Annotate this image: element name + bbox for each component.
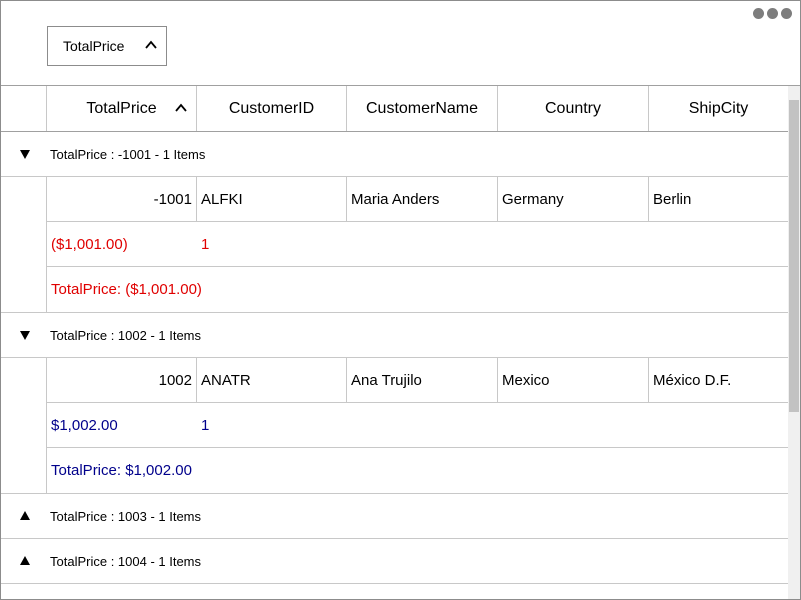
cell-customername[interactable]: Maria Anders — [347, 177, 498, 221]
column-header-label: CustomerName — [365, 99, 479, 117]
cell-customerid[interactable]: ANATR — [197, 358, 347, 402]
summary-total: TotalPrice: $1,002.00 — [51, 462, 192, 479]
grid-body: TotalPrice : -1001 - 1 Items -1001 ALFKI… — [1, 132, 788, 584]
triangle-up-icon[interactable] — [19, 555, 31, 567]
column-header-customerid[interactable]: CustomerID — [197, 86, 347, 131]
group-caption-text: TotalPrice : 1003 - 1 Items — [50, 509, 202, 524]
group-drop-area: TotalPrice — [1, 1, 800, 86]
cell-country[interactable]: Mexico — [498, 358, 649, 402]
cell-country[interactable]: Germany — [498, 177, 649, 221]
group-content: 1002 ANATR Ana Trujilo Mexico México D.F… — [1, 358, 788, 494]
group-caption-row[interactable]: TotalPrice : -1001 - 1 Items — [1, 132, 788, 177]
column-header-country[interactable]: Country — [498, 86, 649, 131]
table-row[interactable]: 1002 ANATR Ana Trujilo Mexico México D.F… — [47, 358, 788, 403]
summary-count: 1 — [201, 417, 210, 434]
cell-customername[interactable]: Ana Trujilo — [347, 358, 498, 402]
group-summary-row: TotalPrice: $1,002.00 — [47, 448, 788, 493]
caption-summary-row: ($1,001.00) 1 — [47, 222, 788, 267]
scrollbar-thumb[interactable] — [789, 100, 799, 412]
column-header-row: TotalPrice CustomerID CustomerName Count… — [1, 86, 788, 132]
cell-shipcity[interactable]: Berlin — [649, 177, 788, 221]
column-header-shipcity[interactable]: ShipCity — [649, 86, 788, 131]
column-header-label: Country — [544, 99, 602, 117]
datagrid-window: TotalPrice TotalPrice CustomerID Custome… — [0, 0, 801, 600]
triangle-down-icon[interactable] — [19, 148, 31, 160]
group-caption-row[interactable]: TotalPrice : 1003 - 1 Items — [1, 494, 788, 539]
caption-summary-row: $1,002.00 1 — [47, 403, 788, 448]
triangle-down-icon[interactable] — [19, 329, 31, 341]
group-caption-row[interactable]: TotalPrice : 1004 - 1 Items — [1, 539, 788, 584]
column-header-totalprice[interactable]: TotalPrice — [47, 86, 197, 131]
group-summary-row: TotalPrice: ($1,001.00) — [47, 267, 788, 312]
triangle-up-icon[interactable] — [19, 510, 31, 522]
column-header-label: ShipCity — [688, 99, 749, 117]
summary-sum: ($1,001.00) — [51, 236, 128, 253]
group-content: -1001 ALFKI Maria Anders Germany Berlin … — [1, 177, 788, 313]
group-caption-row[interactable]: TotalPrice : 1002 - 1 Items — [1, 313, 788, 358]
column-header-label: CustomerID — [228, 99, 315, 117]
summary-total: TotalPrice: ($1,001.00) — [51, 281, 202, 298]
group-caption-text: TotalPrice : -1001 - 1 Items — [50, 147, 206, 162]
group-caption-text: TotalPrice : 1004 - 1 Items — [50, 554, 202, 569]
cell-totalprice[interactable]: -1001 — [47, 177, 197, 221]
table-row[interactable]: -1001 ALFKI Maria Anders Germany Berlin — [47, 177, 788, 222]
column-header-customername[interactable]: CustomerName — [347, 86, 498, 131]
group-caption-text: TotalPrice : 1002 - 1 Items — [50, 328, 202, 343]
header-indent-cell — [1, 86, 47, 131]
group-chip-label: TotalPrice — [63, 38, 125, 54]
group-chip-totalprice[interactable]: TotalPrice — [47, 26, 167, 66]
column-header-label: TotalPrice — [86, 99, 157, 117]
cell-totalprice[interactable]: 1002 — [47, 358, 197, 402]
summary-count: 1 — [201, 236, 210, 253]
chevron-up-icon — [175, 103, 187, 112]
cell-customerid[interactable]: ALFKI — [197, 177, 347, 221]
vertical-scrollbar[interactable] — [788, 86, 800, 599]
summary-sum: $1,002.00 — [51, 417, 118, 434]
cell-shipcity[interactable]: México D.F. — [649, 358, 788, 402]
chevron-up-icon[interactable] — [144, 38, 158, 52]
